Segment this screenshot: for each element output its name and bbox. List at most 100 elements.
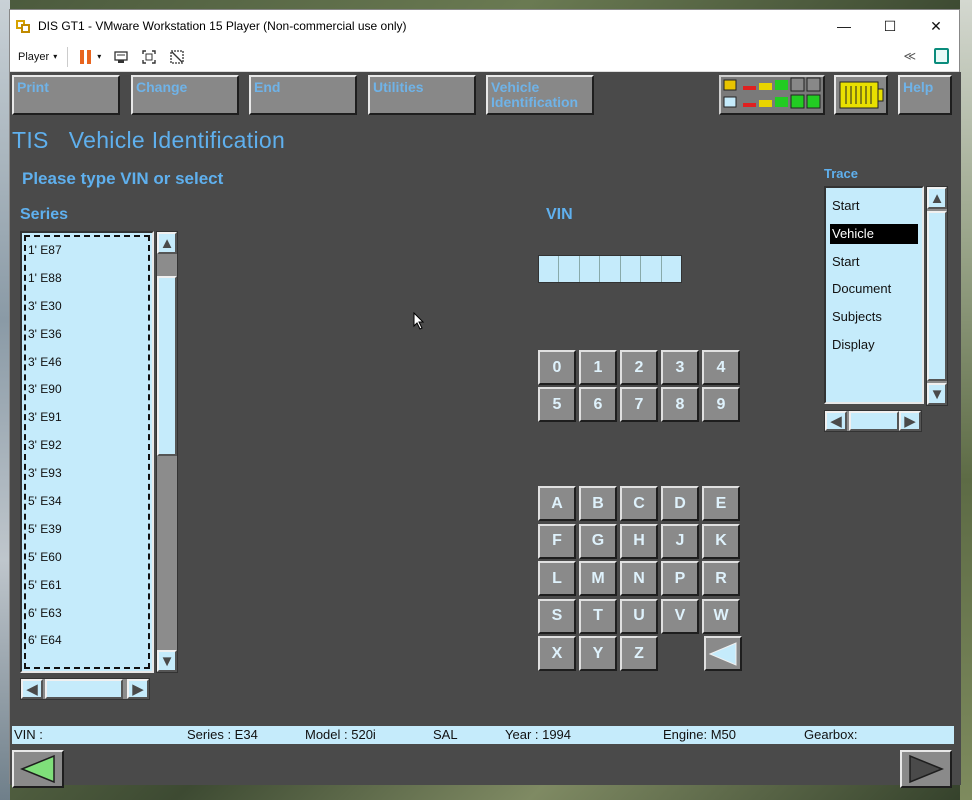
series-list-item[interactable]: 3' E90 <box>26 376 148 404</box>
key-8[interactable]: 8 <box>661 387 699 422</box>
scroll-down-icon[interactable]: ▼ <box>157 650 177 672</box>
series-list-item[interactable]: 3' E91 <box>26 404 148 432</box>
vehicle-identification-button[interactable]: Vehicle Identification <box>486 75 594 115</box>
trace-list-item[interactable]: Subjects <box>826 303 922 331</box>
key-6[interactable]: 6 <box>579 387 617 422</box>
series-list-item[interactable]: 3' E92 <box>26 432 148 460</box>
series-list-item[interactable]: 3' E30 <box>26 293 148 321</box>
series-list-item[interactable]: 5' E61 <box>26 572 148 600</box>
change-button[interactable]: Change <box>131 75 239 115</box>
key-t[interactable]: T <box>579 598 617 634</box>
trace-list-item[interactable]: Display <box>826 331 922 359</box>
backspace-key[interactable] <box>704 636 742 671</box>
back-button[interactable] <box>12 750 64 788</box>
key-e[interactable]: E <box>702 486 740 521</box>
player-menu-button[interactable]: Player ▾ <box>18 46 69 67</box>
scroll-left-icon[interactable]: ◀ <box>21 679 43 699</box>
vin-input[interactable] <box>538 255 682 283</box>
trace-list-item[interactable]: Start <box>826 192 922 220</box>
key-0[interactable]: 0 <box>538 350 576 385</box>
vin-prompt: Please type VIN or select <box>22 169 224 188</box>
trace-item-label: Subjects <box>832 309 882 325</box>
key-f[interactable]: F <box>538 523 576 559</box>
key-u[interactable]: U <box>620 598 658 634</box>
trace-hscroll-thumb[interactable] <box>849 411 899 431</box>
window-titlebar[interactable]: DIS GT1 - VMware Workstation 15 Player (… <box>10 10 959 42</box>
key-1[interactable]: 1 <box>579 350 617 385</box>
key-2[interactable]: 2 <box>620 350 658 385</box>
trace-scroll-right-icon[interactable]: ▶ <box>899 411 921 431</box>
key-w[interactable]: W <box>702 598 740 634</box>
pause-menu-chevron-icon[interactable]: ▾ <box>97 52 101 61</box>
trace-list-item[interactable]: Document <box>826 275 922 303</box>
key-p[interactable]: P <box>661 561 699 596</box>
key-7[interactable]: 7 <box>620 387 658 422</box>
key-c[interactable]: C <box>620 486 658 521</box>
key-5[interactable]: 5 <box>538 387 576 422</box>
key-l[interactable]: L <box>538 561 576 596</box>
key-k[interactable]: K <box>702 523 740 559</box>
series-list-item[interactable]: 3' E93 <box>26 460 148 488</box>
key-b[interactable]: B <box>579 486 617 521</box>
forward-button[interactable] <box>900 750 952 788</box>
trace-scroll-left-icon[interactable]: ◀ <box>825 411 847 431</box>
collapse-toolbar-icon[interactable]: ≪ <box>903 49 916 63</box>
key-m[interactable]: M <box>579 561 617 596</box>
end-button[interactable]: End <box>249 75 357 115</box>
utilities-button[interactable]: Utilities <box>368 75 476 115</box>
series-hscroll-thumb[interactable] <box>45 679 123 699</box>
series-list-item[interactable]: 6' E64 <box>26 627 148 655</box>
series-list-item[interactable]: 6' E63 <box>26 600 148 628</box>
key-4[interactable]: 4 <box>702 350 740 385</box>
trace-vertical-scrollbar[interactable]: ▲ ▼ <box>926 186 948 406</box>
trace-scroll-up-icon[interactable]: ▲ <box>927 187 947 209</box>
series-scroll-thumb[interactable] <box>157 276 177 456</box>
trace-list-item[interactable]: Start <box>826 248 922 276</box>
status-engine: Engine: M50 <box>663 727 736 742</box>
key-9[interactable]: 9 <box>702 387 740 422</box>
trace-heading: Trace <box>824 166 858 181</box>
library-book-icon[interactable] <box>934 48 949 64</box>
maximize-button[interactable]: ☐ <box>867 10 913 42</box>
series-list-item[interactable]: 5' E34 <box>26 488 148 516</box>
send-ctrl-alt-del-icon[interactable] <box>113 49 129 65</box>
key-s[interactable]: S <box>538 598 576 634</box>
connection-status-indicator <box>719 75 825 115</box>
trace-scroll-thumb[interactable] <box>927 211 947 381</box>
scroll-up-icon[interactable]: ▲ <box>157 232 177 254</box>
print-button[interactable]: Print <box>12 75 120 115</box>
key-r[interactable]: R <box>702 561 740 596</box>
status-vin: VIN : <box>14 727 43 742</box>
key-x[interactable]: X <box>538 636 576 671</box>
trace-scroll-down-icon[interactable]: ▼ <box>927 383 947 405</box>
unity-mode-icon[interactable] <box>169 49 185 65</box>
series-list-item[interactable]: 5' E60 <box>26 544 148 572</box>
key-d[interactable]: D <box>661 486 699 521</box>
trace-list-item[interactable]: Vehicle <box>826 220 922 248</box>
series-list-item[interactable]: 3' E46 <box>26 349 148 377</box>
trace-list[interactable]: Start Vehicle Start Document Subjects Display <box>824 186 924 404</box>
key-y[interactable]: Y <box>579 636 617 671</box>
series-list-item[interactable]: 1' E87 <box>26 237 148 265</box>
fullscreen-icon[interactable] <box>141 49 157 65</box>
help-button[interactable]: Help <box>898 75 952 115</box>
series-list[interactable]: 1' E87 1' E88 3' E30 3' E36 3' E46 3' E90 3' E… <box>20 231 154 673</box>
key-a[interactable]: A <box>538 486 576 521</box>
close-button[interactable]: ✕ <box>913 10 959 42</box>
key-3[interactable]: 3 <box>661 350 699 385</box>
trace-horizontal-scrollbar[interactable]: ◀ ▶ <box>824 410 922 432</box>
key-z[interactable]: Z <box>620 636 658 671</box>
series-horizontal-scrollbar[interactable]: ◀ ▶ <box>20 678 150 700</box>
minimize-button[interactable]: — <box>821 10 867 42</box>
scroll-right-icon[interactable]: ▶ <box>127 679 149 699</box>
key-g[interactable]: G <box>579 523 617 559</box>
series-list-item[interactable]: 5' E39 <box>26 516 148 544</box>
series-vertical-scrollbar[interactable]: ▲ ▼ <box>156 231 178 673</box>
series-list-item[interactable]: 3' E36 <box>26 321 148 349</box>
key-h[interactable]: H <box>620 523 658 559</box>
key-j[interactable]: J <box>661 523 699 559</box>
key-n[interactable]: N <box>620 561 658 596</box>
key-v[interactable]: V <box>661 598 699 634</box>
pause-icon[interactable] <box>80 49 92 64</box>
series-list-item[interactable]: 1' E88 <box>26 265 148 293</box>
